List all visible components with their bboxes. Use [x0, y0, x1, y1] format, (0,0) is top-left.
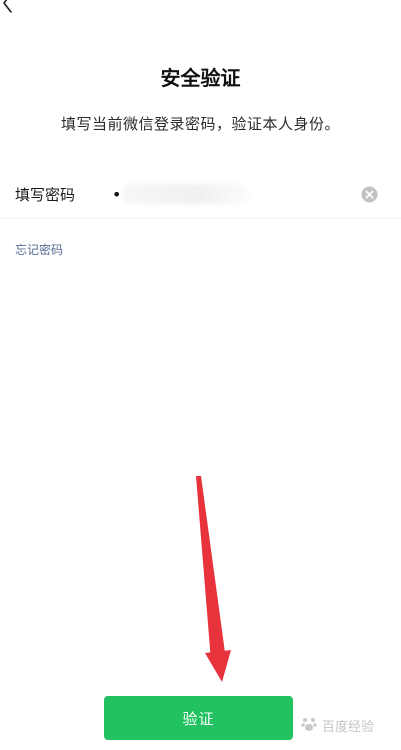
arrow-shaft — [196, 476, 226, 661]
watermark: 百度经验 — [300, 713, 395, 737]
chevron-left-icon — [3, 0, 12, 13]
forgot-password-link[interactable]: 忘记密码 — [15, 241, 63, 258]
watermark-text: 百度经验 — [322, 720, 375, 735]
password-row: 填写密码 — [0, 170, 401, 219]
password-input[interactable] — [112, 180, 342, 208]
password-label: 填写密码 — [15, 186, 76, 204]
paw-logo-icon — [301, 718, 317, 731]
page-subtitle: 填写当前微信登录密码，验证本人身份。 — [60, 115, 340, 133]
arrow-head — [205, 650, 231, 682]
page-title: 安全验证 — [160, 66, 241, 90]
back-button[interactable] — [0, 0, 28, 20]
verify-button[interactable]: 验证 — [104, 696, 293, 740]
clear-circle-icon[interactable] — [361, 186, 378, 203]
